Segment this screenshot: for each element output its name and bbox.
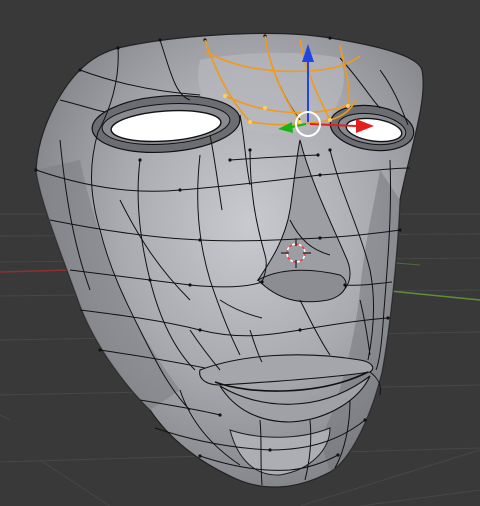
3d-viewport[interactable] [0, 0, 480, 506]
x-axis-line [0, 269, 71, 273]
face-mesh[interactable] [34, 32, 424, 488]
viewport-canvas[interactable] [0, 0, 480, 506]
y-axis-line [379, 289, 480, 301]
